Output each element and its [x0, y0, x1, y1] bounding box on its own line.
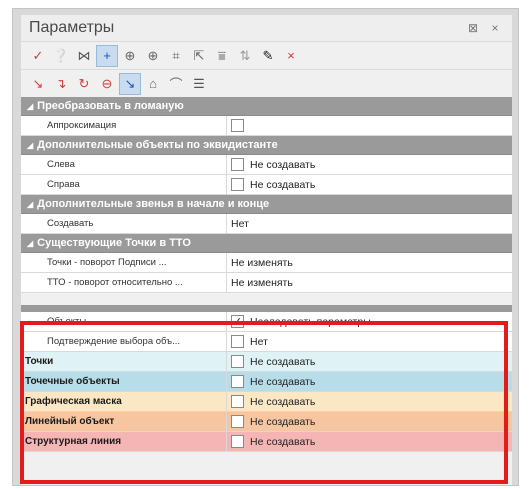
- panel-title: Параметры: [29, 19, 115, 36]
- property-checkbox[interactable]: [231, 178, 244, 191]
- category-title: Дополнительные звенья в начале и конце: [37, 198, 270, 210]
- checkmark-icon[interactable]: ✓: [27, 45, 49, 67]
- crosshair-icon[interactable]: +: [96, 44, 118, 67]
- arrows-icon[interactable]: ⇅: [234, 45, 256, 67]
- collapse-arrow-icon[interactable]: ◢: [27, 102, 33, 111]
- curve-icon[interactable]: ↘: [119, 72, 141, 95]
- property-value[interactable]: Не создавать: [227, 155, 512, 174]
- property-value[interactable]: Нет: [227, 214, 512, 233]
- point-shape-icon[interactable]: ⌗: [165, 45, 187, 67]
- property-row[interactable]: ТТО - поворот относительно ... Не изменят…: [21, 273, 512, 293]
- category-title: Существующие Точки в ТТО: [37, 237, 191, 249]
- property-value[interactable]: [227, 116, 512, 135]
- property-name: Слева: [21, 155, 227, 174]
- align-icon[interactable]: ⩸: [211, 45, 233, 67]
- property-value[interactable]: Не создавать: [227, 175, 512, 194]
- collapse-arrow-icon[interactable]: ◢: [27, 141, 33, 150]
- property-row[interactable]: Точки - поворот Подписи ... Не изменять: [21, 253, 512, 273]
- property-value-text: Не создавать: [250, 178, 316, 191]
- category-header[interactable]: ◢ Дополнительные звенья в начале и конце: [21, 195, 512, 214]
- collapse-arrow-icon[interactable]: ◢: [27, 239, 33, 248]
- category-header[interactable]: ◢ Преобразовать в ломаную: [21, 97, 512, 116]
- circle-arrow-icon[interactable]: ↻: [73, 73, 95, 95]
- category-header-collapsed[interactable]: [21, 305, 512, 312]
- shape-icon[interactable]: ⌂: [142, 73, 164, 95]
- pin-icon[interactable]: ⊠: [464, 19, 482, 37]
- property-row[interactable]: Слева Не создавать: [21, 155, 512, 175]
- category-header[interactable]: ◢ Дополнительные объекты по эквидистанте: [21, 136, 512, 155]
- property-name: Справа: [21, 175, 227, 194]
- category-title: Преобразовать в ломаную: [37, 100, 184, 112]
- property-row[interactable]: Справа Не создавать: [21, 175, 512, 195]
- grid-spacer: [21, 293, 512, 305]
- property-value-text: Не создавать: [250, 158, 316, 171]
- target-icon[interactable]: ⊕: [119, 45, 141, 67]
- line-right-icon[interactable]: ↴: [50, 73, 72, 95]
- list-icon[interactable]: ☰: [188, 73, 210, 95]
- category-header[interactable]: ◢ Существующие Точки в ТТО: [21, 234, 512, 253]
- property-checkbox[interactable]: [231, 158, 244, 171]
- property-value[interactable]: Не изменять: [227, 253, 512, 272]
- panel-titlebar: Параметры ⊠ ×: [21, 15, 512, 41]
- property-name: ТТО - поворот относительно ...: [21, 273, 227, 292]
- split-icon[interactable]: ⋈: [73, 45, 95, 67]
- cursor-icon[interactable]: ⇱: [188, 45, 210, 67]
- eyedropper-icon[interactable]: ✎: [257, 45, 279, 67]
- collapse-arrow-icon[interactable]: ◢: [27, 200, 33, 209]
- line-left-icon[interactable]: ↘: [27, 73, 49, 95]
- property-row[interactable]: Создавать Нет: [21, 214, 512, 234]
- property-row[interactable]: Аппроксимация: [21, 116, 512, 136]
- property-name: Создавать: [21, 214, 227, 233]
- circle-plus-icon[interactable]: ⊖: [96, 73, 118, 95]
- help-cursor-icon[interactable]: ❔: [50, 45, 72, 67]
- property-name: Точки - поворот Подписи ...: [21, 253, 227, 272]
- property-value[interactable]: Не изменять: [227, 273, 512, 292]
- property-value-text: Нет: [231, 217, 249, 230]
- delete-icon[interactable]: ×: [280, 45, 302, 67]
- property-value-text: Не изменять: [231, 276, 293, 289]
- property-name: Аппроксимация: [21, 116, 227, 135]
- point-add-icon[interactable]: ⊕: [142, 45, 164, 67]
- property-checkbox[interactable]: [231, 119, 244, 132]
- property-value-text: Не изменять: [231, 256, 293, 269]
- close-icon[interactable]: ×: [486, 19, 504, 37]
- toolbar-primary: ✓ ❔ ⋈ + ⊕ ⊕ ⌗ ⇱ ⩸ ⇅ ✎ ×: [21, 41, 512, 69]
- dome-icon[interactable]: ⌒: [165, 73, 187, 95]
- category-title: Дополнительные объекты по эквидистанте: [37, 139, 278, 151]
- highlight-frame: [20, 321, 508, 484]
- toolbar-secondary: ↘ ↴ ↻ ⊖ ↘ ⌂ ⌒ ☰: [21, 69, 512, 97]
